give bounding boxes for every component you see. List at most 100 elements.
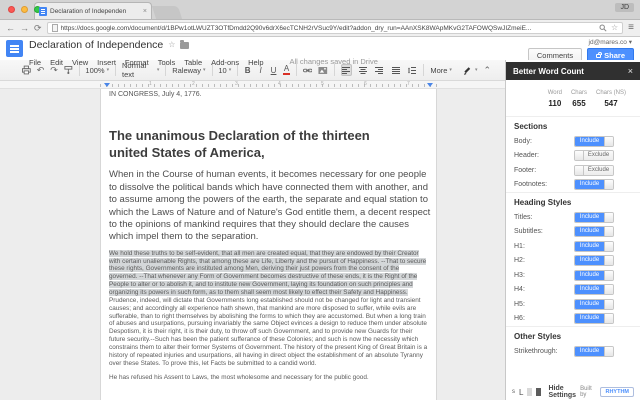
setting-row-h6-: H6: Include xyxy=(506,312,640,327)
toggle-knob xyxy=(604,136,613,146)
toggle-state-label: Include xyxy=(575,241,604,251)
toggle-h6-[interactable]: Include xyxy=(574,313,614,325)
size-swatch-dark[interactable] xyxy=(536,388,542,396)
sidebar-footer: s L Hide Settings Built by RHYTHM xyxy=(506,384,640,400)
browser-tab[interactable]: Declaration of Independen × xyxy=(34,2,152,19)
toggle-titles-[interactable]: Include xyxy=(574,211,614,223)
move-to-folder-icon[interactable] xyxy=(180,39,190,49)
url-field[interactable]: https://docs.google.com/document/d/1BPw1… xyxy=(46,22,624,34)
selected-text[interactable]: We hold these truths to be self-evident,… xyxy=(109,249,427,296)
toggle-state-label: Exclude xyxy=(584,151,613,161)
page-security-icon[interactable] xyxy=(51,24,58,32)
menu-tools[interactable]: Tools xyxy=(158,58,176,67)
congress-line[interactable]: IN CONGRESS, July 4, 1776. xyxy=(109,91,429,98)
menu-edit[interactable]: Edit xyxy=(50,58,63,67)
toggle-knob xyxy=(604,346,613,356)
stat-header: Chars xyxy=(570,90,587,96)
bookmark-star-icon[interactable]: ☆ xyxy=(611,24,618,32)
setting-label: H6: xyxy=(514,315,525,323)
menu-view[interactable]: View xyxy=(72,58,88,67)
right-margin-marker[interactable] xyxy=(427,83,433,87)
browser-menu-icon[interactable]: ≡ xyxy=(628,23,634,33)
lock-icon xyxy=(596,51,603,58)
setting-row-footer-: Footer: Exclude xyxy=(506,163,640,178)
menu-table[interactable]: Table xyxy=(184,58,202,67)
toggle-state-label: Include xyxy=(575,180,604,190)
left-margin-marker[interactable] xyxy=(104,83,110,87)
setting-label: H5: xyxy=(514,300,525,308)
document-heading[interactable]: The unanimous Declaration of the thirtee… xyxy=(109,127,409,161)
paragraph-3[interactable]: He has refused his Assent to Laws, the m… xyxy=(109,374,429,382)
setting-label: Strikethrough: xyxy=(514,347,558,355)
toggle-subtitles-[interactable]: Include xyxy=(574,226,614,238)
window-controls[interactable] xyxy=(8,6,41,13)
docs-logo-icon[interactable] xyxy=(6,40,23,57)
forward-icon[interactable]: → xyxy=(20,23,29,33)
ruler[interactable]: 1 2 3 4 5 6 7 xyxy=(0,81,505,89)
text-size-large-label[interactable]: L xyxy=(519,388,523,397)
minimize-window-button[interactable] xyxy=(21,6,28,13)
toggle-knob xyxy=(604,180,613,190)
star-document-icon[interactable]: ☆ xyxy=(168,41,175,49)
group-heading-other-styles: Other Styles xyxy=(506,326,640,344)
toggle-state-label: Include xyxy=(575,299,604,309)
menu-file[interactable]: File xyxy=(29,58,41,67)
setting-label: H2: xyxy=(514,257,525,265)
paragraph-2-rest[interactable]: Prudence, indeed, will dictate that Gove… xyxy=(109,297,427,367)
search-icon[interactable] xyxy=(599,24,607,32)
paragraph-2[interactable]: We hold these truths to be self-evident,… xyxy=(109,249,429,368)
toggle-knob xyxy=(604,241,613,251)
toggle-h4-[interactable]: Include xyxy=(574,284,614,296)
toggle-h5-[interactable]: Include xyxy=(574,298,614,310)
toggle-h3-[interactable]: Include xyxy=(574,269,614,281)
ruler-number-5: 5 xyxy=(321,81,324,87)
browser-tab-strip: Declaration of Independen × JD xyxy=(0,0,640,20)
setting-row-strikethrough-: Strikethrough: Include xyxy=(506,344,640,359)
toggle-h2-[interactable]: Include xyxy=(574,255,614,267)
settings-groups: Sections Body: Include Header: Exclude Footer… xyxy=(506,116,640,384)
menu-help[interactable]: Help xyxy=(248,58,263,67)
toggle-knob xyxy=(604,285,613,295)
hide-settings-link[interactable]: Hide Settings xyxy=(548,385,576,399)
menu-add-ons[interactable]: Add-ons xyxy=(211,58,239,67)
toggle-state-label: Include xyxy=(575,256,604,266)
size-swatch-light[interactable] xyxy=(527,388,533,396)
toggle-knob xyxy=(604,227,613,237)
toggle-state-label: Include xyxy=(575,212,604,222)
toggle-knob xyxy=(575,151,584,161)
toggle-h1-[interactable]: Include xyxy=(574,240,614,252)
paragraph-1[interactable]: When in the Course of human events, it b… xyxy=(109,169,431,243)
setting-row-subtitles-: Subtitles: Include xyxy=(506,225,640,240)
toggle-body-[interactable]: Include xyxy=(574,135,614,147)
stat-value: 110 xyxy=(548,99,562,108)
toggle-knob xyxy=(604,270,613,280)
toggle-footnotes-[interactable]: Include xyxy=(574,179,614,191)
document-page[interactable]: IN CONGRESS, July 4, 1776. The unanimous… xyxy=(100,89,437,400)
toggle-knob xyxy=(604,314,613,324)
toggle-header-[interactable]: Exclude xyxy=(574,150,614,162)
sidebar-header: Better Word Count × xyxy=(506,62,640,80)
ruler-number-3: 3 xyxy=(235,81,238,87)
browser-profile-chip[interactable]: JD xyxy=(615,3,634,12)
text-size-small-label[interactable]: s xyxy=(512,389,515,395)
document-canvas: IN CONGRESS, July 4, 1776. The unanimous… xyxy=(0,89,505,400)
document-title[interactable]: Declaration of Independence xyxy=(29,39,163,51)
ruler-number-6: 6 xyxy=(364,81,367,87)
url-text: https://docs.google.com/document/d/1BPw1… xyxy=(60,24,532,32)
new-tab-button[interactable] xyxy=(151,6,183,19)
close-icon[interactable]: × xyxy=(628,66,633,76)
toggle-state-label: Include xyxy=(575,346,604,356)
stat-word: Word 110 xyxy=(548,90,562,108)
tab-close-icon[interactable]: × xyxy=(143,8,147,15)
reload-icon[interactable]: ⟳ xyxy=(34,23,42,33)
back-icon[interactable]: ← xyxy=(6,23,15,33)
brand-logo[interactable]: RHYTHM xyxy=(600,387,634,397)
group-heading-sections: Sections xyxy=(506,116,640,134)
sidebar-title: Better Word Count xyxy=(513,66,584,76)
menu-format[interactable]: Format xyxy=(125,58,149,67)
toggle-footer-[interactable]: Exclude xyxy=(574,164,614,176)
account-email[interactable]: jd@mares.co ▾ xyxy=(528,38,632,46)
close-window-button[interactable] xyxy=(8,6,15,13)
menu-insert[interactable]: Insert xyxy=(97,58,116,67)
toggle-strikethrough-[interactable]: Include xyxy=(574,345,614,357)
